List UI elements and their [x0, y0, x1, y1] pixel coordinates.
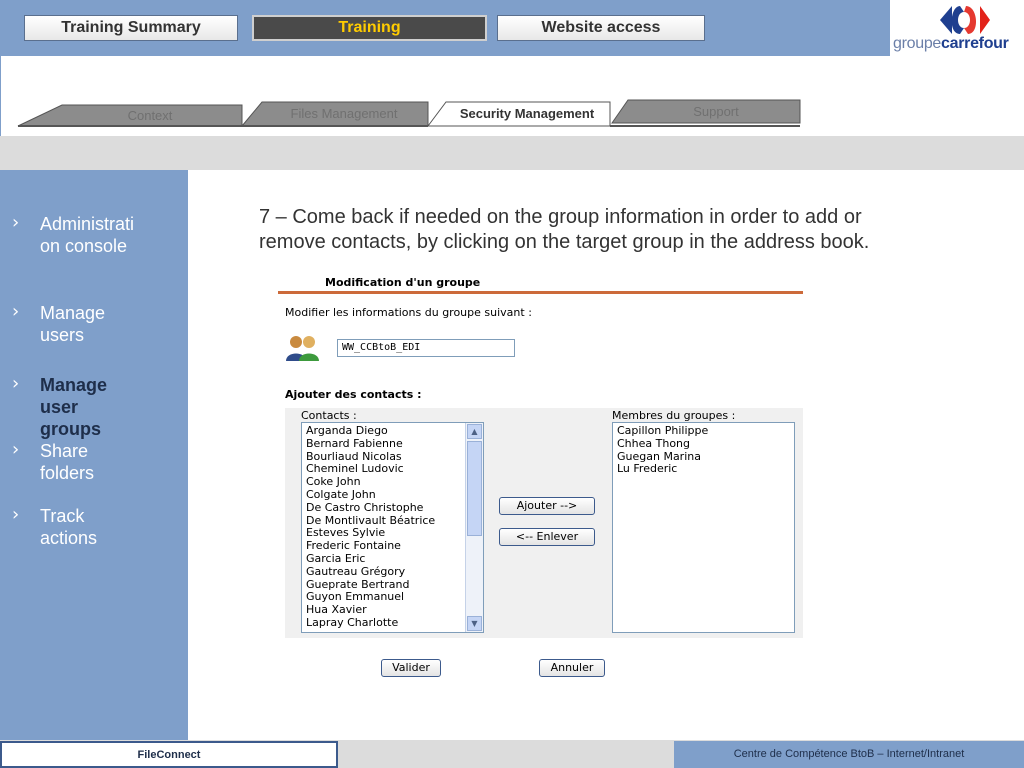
sidebar-item-label: Track [40, 506, 85, 526]
tab-security-management[interactable]: Security Management [448, 106, 606, 121]
member-list-item[interactable]: Chhea Thong [617, 437, 708, 451]
sidebar-item-label: folders [40, 463, 95, 483]
chevron-right-icon: › [12, 439, 20, 460]
sidebar-item-track-actions[interactable]: Track actions [40, 505, 150, 549]
contact-list-item[interactable]: Arganda Diego [306, 424, 435, 438]
sidebar-item-label: on console [40, 236, 128, 256]
contacts-scrollbar[interactable]: ▲ ▼ [465, 423, 483, 632]
sidebar-item-label: groups [40, 419, 101, 439]
instruction-line: remove contacts, by clicking on the targ… [259, 231, 870, 253]
sidebar-item-label: Share [40, 441, 89, 461]
contacts-list: Arganda Diego Bernard Fabienne Bourliaud N… [306, 424, 435, 630]
form-divider [278, 291, 803, 294]
instruction-text: 7 – Come back if needed on the group inf… [259, 205, 989, 255]
remove-contact-button[interactable]: <-- Enlever [499, 528, 595, 546]
tab-files-management[interactable]: Files Management [268, 106, 420, 121]
members-label: Membres du groupes : [612, 409, 736, 422]
sidebar-item-label: actions [40, 528, 98, 548]
sidebar-item-label: Manage [40, 303, 106, 323]
training-button[interactable]: Training [252, 15, 487, 41]
contact-list-item[interactable]: De Castro Christophe [306, 501, 435, 515]
group-name-field[interactable]: WW_CCBtoB_EDI [337, 339, 515, 357]
contact-list-item[interactable]: Gautreau Grégory [306, 565, 435, 579]
contact-list-item[interactable]: Bernard Fabienne [306, 437, 435, 451]
member-list-item[interactable]: Capillon Philippe [617, 424, 708, 438]
sidebar-item-share-folders[interactable]: Share folders [40, 440, 150, 484]
scroll-up-icon[interactable]: ▲ [467, 424, 482, 439]
top-navigation-bar: Training Summary Training Website access [0, 0, 890, 56]
logo-wordmark: groupecarrefour [893, 35, 1009, 53]
tab-support[interactable]: Support [640, 104, 792, 119]
sidebar-item-label: Manage [40, 375, 108, 395]
group-users-icon [286, 336, 319, 361]
separator-band [0, 136, 1024, 170]
website-access-button[interactable]: Website access [497, 15, 705, 41]
footer-competence-center: Centre de Compétence BtoB – Internet/Int… [674, 741, 1024, 768]
cancel-button[interactable]: Annuler [539, 659, 605, 677]
scroll-down-icon[interactable]: ▼ [467, 616, 482, 631]
contact-list-item[interactable]: Garcia Eric [306, 552, 435, 566]
validate-button[interactable]: Valider [381, 659, 441, 677]
sidebar-item-manage-users[interactable]: Manage users [40, 302, 150, 346]
form-subtitle: Modifier les informations du groupe suiv… [285, 306, 532, 319]
sidebar-item-administration-console[interactable]: Administrati on console [40, 213, 150, 257]
members-list: Capillon Philippe Chhea Thong Guegan Marin… [617, 424, 708, 476]
form-title: Modification d'un groupe [325, 276, 481, 289]
members-listbox[interactable]: Capillon Philippe Chhea Thong Guegan Marin… [612, 422, 795, 633]
sidebar-item-label: user [40, 397, 79, 417]
contact-list-item[interactable]: Lapray Charlotte [306, 616, 435, 630]
member-list-item[interactable]: Lu Frederic [617, 463, 708, 476]
sidebar-item-label: Administrati [40, 214, 135, 234]
add-contacts-title: Ajouter des contacts : [285, 388, 422, 401]
chevron-right-icon: › [12, 212, 20, 233]
chevron-right-icon: › [12, 504, 20, 525]
contact-list-item[interactable]: Colgate John [306, 488, 435, 502]
chevron-right-icon: › [12, 301, 20, 322]
instruction-line: 7 – Come back if needed on the group inf… [259, 206, 862, 228]
chevron-right-icon: › [12, 373, 20, 394]
sidebar-item-manage-user-groups[interactable]: Manage user groups [40, 374, 150, 440]
contacts-listbox[interactable]: Arganda Diego Bernard Fabienne Bourliaud N… [301, 422, 484, 633]
logo-brand: carrefour [941, 35, 1009, 52]
footer-fileconnect: FileConnect [0, 741, 338, 768]
training-summary-button[interactable]: Training Summary [24, 15, 238, 41]
sidebar: › Administrati on console › Manage users… [0, 170, 188, 742]
logo-prefix: groupe [893, 35, 942, 52]
scroll-thumb[interactable] [467, 441, 482, 536]
carrefour-logo-icon [940, 6, 990, 34]
sidebar-item-label: users [40, 325, 85, 345]
contacts-label: Contacts : [301, 409, 357, 422]
add-contact-button[interactable]: Ajouter --> [499, 497, 595, 515]
tab-context[interactable]: Context [80, 108, 220, 123]
